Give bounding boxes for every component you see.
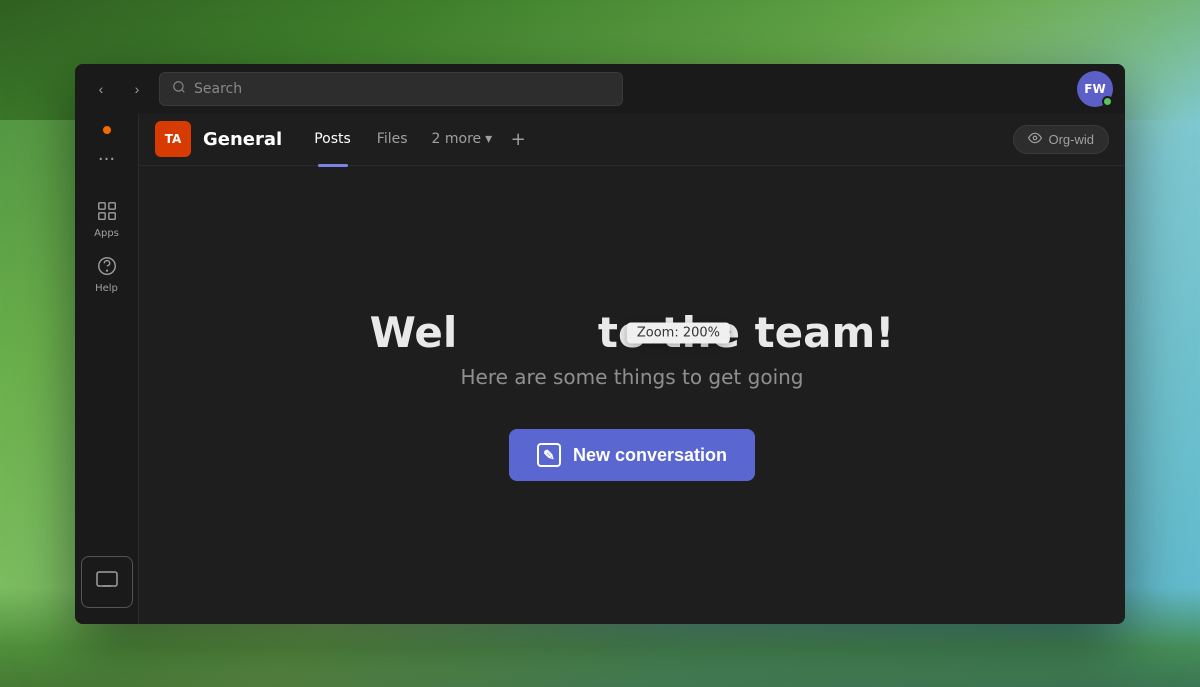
team-icon: TA: [155, 121, 191, 157]
sidebar-item-help[interactable]: Help: [81, 249, 133, 300]
chevron-down-icon: ▾: [485, 131, 492, 147]
user-status-indicator: [1102, 96, 1113, 107]
main-area: ··· Apps: [75, 114, 1125, 624]
channel-name: General: [203, 129, 282, 150]
channel-body: Welcome to the team! Zoom: 200% Here are…: [139, 166, 1125, 624]
notification-dot: [103, 126, 111, 134]
tab-add-button[interactable]: +: [504, 125, 532, 153]
welcome-partial-1: Wel: [370, 308, 458, 357]
eye-icon: [1028, 131, 1042, 148]
title-bar: ‹ › Search FW: [75, 64, 1125, 114]
subtitle-text: Here are some things to get going: [460, 365, 803, 389]
help-label: Help: [95, 283, 118, 294]
user-avatar[interactable]: FW: [1077, 71, 1113, 107]
more-icon: ···: [98, 149, 115, 170]
channel-area: TA General Posts Files 2 more ▾ +: [139, 114, 1125, 624]
teams-window: ‹ › Search FW ···: [75, 64, 1125, 624]
org-wide-button[interactable]: Org-wid: [1013, 125, 1109, 154]
tab-posts[interactable]: Posts: [302, 125, 363, 153]
new-conversation-button[interactable]: New conversation: [509, 429, 755, 481]
user-initials: FW: [1084, 82, 1105, 96]
tab-more[interactable]: 2 more ▾: [422, 125, 503, 153]
new-conversation-label: New conversation: [573, 445, 727, 466]
forward-button[interactable]: ›: [123, 75, 151, 103]
more-tabs-label: 2 more: [432, 131, 482, 147]
channel-header: TA General Posts Files 2 more ▾ +: [139, 114, 1125, 166]
sidebar: ··· Apps: [75, 114, 139, 624]
tab-files[interactable]: Files: [365, 125, 420, 153]
help-icon: [96, 255, 118, 280]
apps-label: Apps: [94, 228, 119, 239]
compose-icon: [537, 443, 561, 467]
welcome-heading: Welcome to the team! Zoom: 200%: [370, 308, 895, 357]
sidebar-item-apps[interactable]: Apps: [81, 194, 133, 245]
channel-tabs: Posts Files 2 more ▾ +: [302, 125, 532, 153]
zoom-tooltip: Zoom: 200%: [627, 322, 730, 343]
files-label: Files: [377, 131, 408, 147]
team-initials: TA: [165, 132, 182, 146]
org-wide-label: Org-wid: [1048, 132, 1094, 147]
device-button[interactable]: [81, 556, 133, 608]
search-icon: [172, 80, 186, 98]
search-placeholder: Search: [194, 81, 242, 97]
apps-icon: [96, 200, 118, 225]
add-tab-icon: +: [511, 129, 526, 150]
posts-label: Posts: [314, 131, 351, 147]
more-button[interactable]: ···: [89, 142, 125, 178]
device-icon: [95, 567, 119, 597]
back-button[interactable]: ‹: [87, 75, 115, 103]
search-bar[interactable]: Search: [159, 72, 623, 106]
